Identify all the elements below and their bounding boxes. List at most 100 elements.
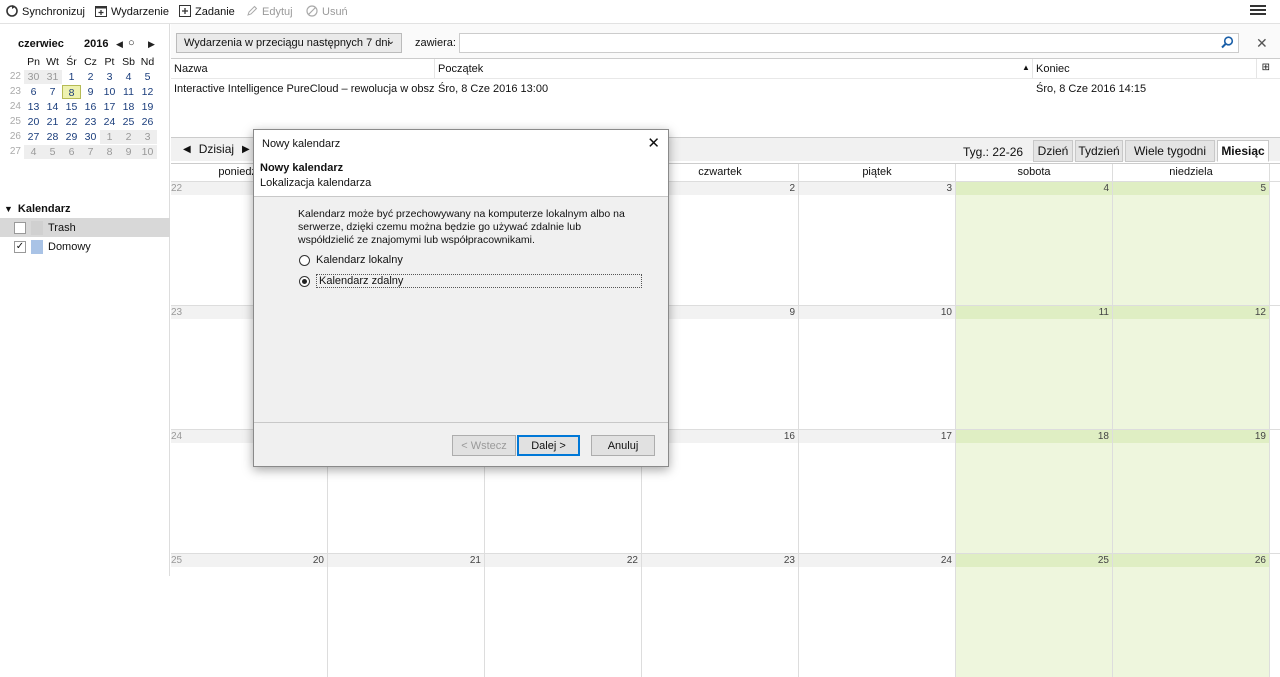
mini-calendar-day[interactable]: 12 <box>138 85 157 99</box>
mini-calendar-day[interactable]: 9 <box>81 85 100 99</box>
mini-calendar-day[interactable]: 4 <box>119 70 138 84</box>
close-icon[interactable]: ✕ <box>647 134 660 152</box>
mini-calendar-day[interactable]: 13 <box>24 100 43 114</box>
prev-period-icon[interactable]: ◀ <box>183 144 191 155</box>
mini-calendar-day[interactable]: 23 <box>81 115 100 129</box>
mini-calendar-day[interactable]: 22 <box>62 115 81 129</box>
mini-calendar-day[interactable]: 8 <box>100 144 119 159</box>
mini-calendar-day[interactable]: 2 <box>81 70 100 84</box>
mini-calendar-day[interactable]: 9 <box>119 144 138 159</box>
mini-calendar-day[interactable]: 16 <box>81 100 100 114</box>
mini-calendar-day[interactable]: 2 <box>119 129 138 144</box>
radio-button[interactable] <box>299 254 310 266</box>
close-icon[interactable]: ✕ <box>1256 35 1268 52</box>
mini-calendar-month[interactable]: czerwiec <box>18 38 64 50</box>
mini-calendar-day[interactable]: 5 <box>138 70 157 84</box>
mini-calendar-day[interactable]: 6 <box>24 85 43 99</box>
mini-calendar-day[interactable]: 21 <box>43 115 62 129</box>
day-number: 25 <box>956 554 1112 567</box>
month-day-cell[interactable]: 21 <box>328 554 485 677</box>
month-day-cell[interactable]: 3 <box>799 182 956 305</box>
month-day-cell[interactable]: 11 <box>956 306 1113 429</box>
mini-calendar-day[interactable]: 31 <box>43 69 62 84</box>
mini-calendar-day[interactable]: 6 <box>62 144 81 159</box>
radio-button[interactable] <box>299 275 310 287</box>
mini-calendar-day[interactable]: 29 <box>62 130 81 144</box>
calendar-checkbox[interactable]: ✓ <box>14 240 26 253</box>
mini-calendar-day[interactable]: 17 <box>100 100 119 114</box>
sync-button[interactable]: Synchronizuj <box>6 4 85 20</box>
mini-calendar-day[interactable]: 3 <box>138 129 157 144</box>
edit-button[interactable]: Edytuj <box>246 4 293 20</box>
mini-calendar-day[interactable]: 26 <box>138 115 157 129</box>
mini-calendar-day[interactable]: 30 <box>24 69 43 84</box>
mini-calendar-day[interactable]: 18 <box>119 100 138 114</box>
today-button[interactable]: Dzisiaj <box>199 142 234 156</box>
month-day-cell[interactable]: 23 <box>642 554 799 677</box>
column-header-start[interactable]: Początek <box>435 59 1033 78</box>
month-day-cell[interactable]: 19 <box>1113 430 1270 553</box>
cancel-button[interactable]: Anuluj <box>591 435 655 456</box>
search-input[interactable] <box>459 33 1239 53</box>
calendar-list-title[interactable]: ▼ Kalendarz <box>0 200 170 218</box>
calendar-item-domowy[interactable]: ✓ Domowy <box>0 237 170 256</box>
mini-calendar-day[interactable]: 24 <box>100 115 119 129</box>
tab-week[interactable]: Tydzień <box>1075 140 1123 162</box>
mini-calendar-day[interactable]: 27 <box>24 130 43 144</box>
mini-calendar-year[interactable]: 2016 <box>84 38 108 50</box>
mini-calendar-day[interactable]: 5 <box>43 144 62 159</box>
column-header-end[interactable]: Koniec <box>1033 59 1257 78</box>
radio-local-calendar[interactable]: Kalendarz lokalny <box>299 252 403 268</box>
month-day-cell[interactable]: 24 <box>799 554 956 677</box>
mini-calendar-day[interactable]: 25 <box>119 115 138 129</box>
delete-button[interactable]: Usuń <box>306 4 348 20</box>
month-day-cell[interactable]: 26 <box>1113 554 1270 677</box>
new-task-button[interactable]: Zadanie <box>179 4 235 20</box>
delete-icon <box>306 4 318 20</box>
mini-calendar-day[interactable]: 7 <box>81 144 100 159</box>
month-day-cell[interactable]: 4 <box>956 182 1113 305</box>
next-period-icon[interactable]: ▶ <box>242 144 250 155</box>
table-row[interactable]: Interactive Intelligence PureCloud – rew… <box>171 79 1280 99</box>
calendar-item-trash[interactable]: Trash <box>0 218 170 237</box>
mini-calendar-day[interactable]: 10 <box>100 85 119 99</box>
month-day-cell[interactable]: 17 <box>799 430 956 553</box>
month-day-cell[interactable]: 10 <box>799 306 956 429</box>
mini-calendar-day[interactable]: 20 <box>24 115 43 129</box>
month-day-cell[interactable]: 25 <box>956 554 1113 677</box>
column-picker-icon[interactable]: ⊞ <box>1262 62 1270 73</box>
prev-month-icon[interactable]: ◀ <box>116 39 123 50</box>
mini-calendar-day[interactable]: 30 <box>81 130 100 144</box>
mini-calendar-day[interactable]: 7 <box>43 85 62 99</box>
mini-calendar-day[interactable]: 10 <box>138 144 157 159</box>
hamburger-menu-icon[interactable] <box>1250 3 1266 19</box>
month-day-cell[interactable]: 12 <box>1113 306 1270 429</box>
today-circle-icon[interactable]: ○ <box>128 37 135 49</box>
month-day-cell[interactable]: 25 20 <box>171 554 328 677</box>
mini-calendar-day[interactable]: 19 <box>138 100 157 114</box>
new-event-button[interactable]: Wydarzenie <box>95 4 169 20</box>
tab-day[interactable]: Dzień <box>1033 140 1073 162</box>
mini-calendar-day[interactable]: 1 <box>62 70 81 84</box>
mini-calendar-day[interactable]: 15 <box>62 100 81 114</box>
back-button[interactable]: < Wstecz <box>452 435 516 456</box>
tab-multiweek[interactable]: Wiele tygodni <box>1125 140 1215 162</box>
tab-month[interactable]: Miesiąc <box>1217 140 1269 162</box>
mini-calendar-day[interactable]: 4 <box>24 144 43 159</box>
mini-calendar-day[interactable]: 11 <box>119 85 138 99</box>
next-button[interactable]: Dalej > <box>517 435 580 456</box>
month-day-cell[interactable]: 18 <box>956 430 1113 553</box>
month-day-cell[interactable]: 5 <box>1113 182 1270 305</box>
mini-calendar-day[interactable]: 1 <box>100 129 119 144</box>
mini-calendar-day[interactable]: 28 <box>43 130 62 144</box>
month-day-cell[interactable]: 22 <box>485 554 642 677</box>
column-header-name[interactable]: Nazwa <box>171 59 435 78</box>
mini-calendar-day[interactable]: 3 <box>100 70 119 84</box>
mini-calendar-day[interactable]: 14 <box>43 100 62 114</box>
event-filter-select[interactable]: Wydarzenia w przeciągu następnych 7 dni … <box>176 33 402 53</box>
calendar-checkbox[interactable] <box>14 221 26 234</box>
search-icon[interactable] <box>1221 36 1234 52</box>
next-month-icon[interactable]: ▶ <box>148 39 155 50</box>
radio-remote-calendar[interactable]: Kalendarz zdalny <box>299 273 642 289</box>
mini-calendar-day[interactable]: 8 <box>62 84 81 99</box>
